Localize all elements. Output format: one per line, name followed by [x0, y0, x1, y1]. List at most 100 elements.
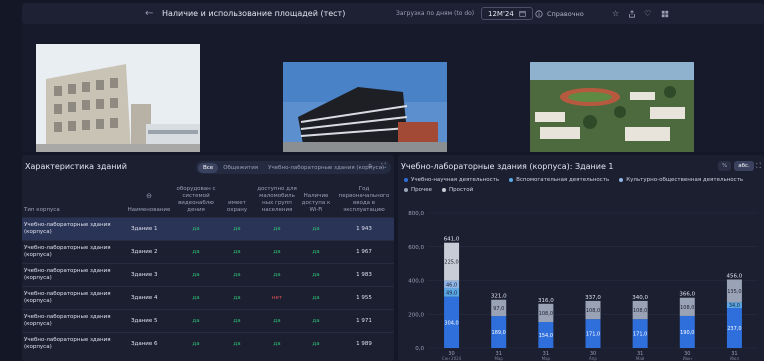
cell-video: да: [174, 331, 218, 356]
building-filter: Все Общежития Учебно-лабораторные здания…: [196, 161, 392, 174]
y-tick-label: 200,0: [408, 312, 424, 318]
total-label: 366,0: [679, 292, 695, 298]
expand-icon[interactable]: ⛶: [381, 162, 386, 171]
load-label[interactable]: Загрузка по дням (to do): [396, 3, 474, 24]
info-icon: [535, 9, 543, 18]
x-tick-sublabel: Июн: [683, 356, 692, 361]
legend-item[interactable]: Прочее: [404, 187, 432, 193]
cell-type: Учебно-лабораторные здания (корпуса): [22, 262, 124, 287]
chart-svg: 0,0 200,0 400,0 600,0 800,0 304,0 49,0 46,0 225,…: [408, 211, 758, 361]
back-arrow-icon[interactable]: ←: [145, 3, 153, 24]
chart-expand-icon[interactable]: ⛶: [756, 162, 761, 171]
y-tick-label: 600,0: [408, 245, 424, 251]
cell-type: Учебно-лабораторные здания (корпуса): [22, 331, 124, 356]
star-icon[interactable]: ☆: [612, 3, 619, 24]
segment-label: 108,0: [680, 305, 694, 311]
cell-video: да: [174, 262, 218, 287]
buildings-table: Тип корпуса ⊖ Наименование оборудован с с…: [22, 184, 394, 356]
period-selector[interactable]: 12M'24: [481, 7, 533, 20]
building-photo-1: [36, 44, 200, 152]
building-photo-2: [283, 62, 447, 152]
chart-panel: Учебно-лабораторные здания (корпуса): Зд…: [398, 155, 764, 361]
segment-label: 108,0: [633, 308, 647, 314]
cell-year: 1 955: [334, 285, 394, 310]
legend-label: Учебно-научная деятельность: [411, 177, 500, 183]
total-label: 456,0: [727, 273, 743, 279]
legend-dot: [404, 188, 408, 192]
grid-icon[interactable]: [661, 3, 669, 24]
table-row[interactable]: Учебно-лабораторные здания (корпуса) Здан…: [22, 239, 394, 264]
legend-item[interactable]: Культурно-общественная деятельность: [619, 177, 743, 183]
cell-accessibility: да: [256, 262, 298, 287]
cell-name: Здание 4: [124, 285, 174, 310]
x-tick-sublabel: Мар: [542, 356, 551, 361]
legend-item[interactable]: Простой: [442, 187, 473, 193]
x-tick-sublabel: Сен 2024: [442, 356, 462, 361]
buildings-panel-title: Характеристика зданий: [25, 162, 127, 171]
building-photos: [22, 24, 764, 152]
legend-item[interactable]: Вспомогательная деятельность: [509, 177, 609, 183]
segment-label: 189,0: [492, 330, 506, 336]
table-row[interactable]: Учебно-лабораторные здания (корпуса) Здан…: [22, 262, 394, 287]
table-row[interactable]: Учебно-лабораторные здания (корпуса) Здан…: [22, 308, 394, 333]
legend-label: Вспомогательная деятельность: [516, 177, 610, 183]
cell-wifi: да: [298, 285, 334, 310]
cell-guard: да: [218, 216, 256, 241]
segment-label: 190,0: [680, 330, 694, 336]
cell-wifi: да: [298, 331, 334, 356]
col-year[interactable]: Год первоначального ввода в эксплуатацию: [334, 184, 394, 217]
cell-name: Здание 3: [124, 262, 174, 287]
segment-label: 108,0: [539, 311, 553, 317]
cell-video: да: [174, 216, 218, 241]
segment-label: 171,0: [633, 332, 647, 338]
cell-type: Учебно-лабораторные здания (корпуса): [22, 285, 124, 310]
cell-accessibility: да: [256, 239, 298, 264]
y-tick-label: 0,0: [415, 346, 424, 352]
cell-year: 1 943: [334, 216, 394, 241]
share-icon[interactable]: [628, 3, 636, 24]
x-tick-sublabel: Июл: [730, 356, 739, 361]
legend-label: Прочее: [411, 187, 433, 193]
col-guard[interactable]: имеет охрану: [218, 184, 256, 217]
segment-label: 108,0: [586, 308, 600, 314]
table-row[interactable]: Учебно-лабораторные здания (корпуса) Здан…: [22, 331, 394, 356]
cell-guard: да: [218, 308, 256, 333]
col-wifi[interactable]: Наличие доступа к Wi-Fi: [298, 184, 334, 217]
table-row[interactable]: Учебно-лабораторные здания (корпуса) Здан…: [22, 285, 394, 310]
table-row[interactable]: Учебно-лабораторные здания (корпуса) Здан…: [22, 216, 394, 241]
col-type[interactable]: Тип корпуса: [22, 184, 124, 217]
cell-name: Здание 6: [124, 331, 174, 356]
segment-label: 237,0: [727, 326, 741, 332]
cell-video: да: [174, 239, 218, 264]
cell-name: Здание 1: [124, 216, 174, 241]
cell-wifi: да: [298, 308, 334, 333]
filter-dormitories[interactable]: Общежития: [218, 163, 263, 173]
cell-guard: да: [218, 239, 256, 264]
legend-item[interactable]: Учебно-научная деятельность: [404, 177, 499, 183]
cell-guard: да: [218, 262, 256, 287]
legend-dot: [442, 188, 447, 192]
cell-guard: да: [218, 285, 256, 310]
toggle-percent[interactable]: %: [718, 161, 732, 171]
total-label: 641,0: [444, 237, 460, 243]
segment-label: 135,0: [727, 289, 741, 295]
toggle-absolute[interactable]: абс.: [734, 161, 754, 171]
help-link[interactable]: Справочно: [535, 3, 584, 24]
total-label: 316,0: [538, 298, 554, 304]
total-label: 340,0: [632, 295, 648, 301]
col-accessibility[interactable]: доступно для маломобиль ных групп населе…: [256, 184, 298, 217]
legend-label: Культурно-общественная деятельность: [626, 177, 744, 183]
sort-icon[interactable]: ⊖: [125, 192, 173, 201]
col-video[interactable]: оборудован с системой видеонаблю дения: [174, 184, 218, 217]
y-tick-label: 800,0: [408, 211, 424, 217]
heart-icon[interactable]: ♡: [644, 3, 651, 24]
building-photo-3: [530, 62, 694, 152]
cell-year: 1 971: [334, 308, 394, 333]
filter-all[interactable]: Все: [198, 162, 219, 173]
col-name-label: Наименование: [127, 207, 171, 214]
cell-accessibility: да: [256, 308, 298, 333]
filter-icon[interactable]: ⌽: [368, 162, 372, 171]
col-name[interactable]: ⊖ Наименование: [124, 184, 174, 217]
cell-video: да: [174, 285, 218, 310]
legend-dot: [619, 178, 624, 182]
